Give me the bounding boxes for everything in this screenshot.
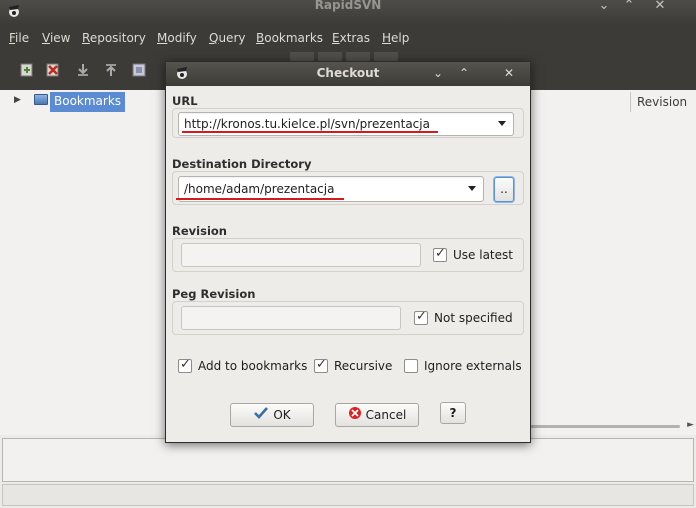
checkmark-icon: ✓: [180, 357, 191, 372]
scrollbar-track[interactable]: [530, 425, 680, 428]
menu-query[interactable]: Query: [209, 31, 245, 45]
add-icon[interactable]: [18, 61, 36, 79]
browse-button[interactable]: ..: [494, 177, 514, 202]
menu-help[interactable]: Help: [382, 31, 409, 45]
column-header-revision[interactable]: Revision: [630, 92, 693, 112]
menu-view[interactable]: View: [42, 31, 70, 45]
dialog-close-icon[interactable]: ✕: [499, 65, 519, 81]
cancel-icon: [348, 405, 362, 427]
dialog-titlebar: Checkout ⌄ ⌃ ✕: [166, 62, 530, 86]
checkmark-icon: ✓: [435, 246, 446, 261]
peg-revision-label: Peg Revision: [172, 287, 256, 301]
use-latest-box[interactable]: ✓: [433, 246, 447, 262]
menu-bookmarks[interactable]: Bookmarks: [256, 31, 323, 45]
checkout-dialog: Checkout ⌄ ⌃ ✕ URL http://kronos.tu.kiel…: [165, 61, 531, 443]
cancel-button[interactable]: Cancel: [335, 403, 419, 427]
expand-arrow-icon[interactable]: ▶: [14, 95, 21, 105]
menu-file[interactable]: File: [9, 31, 29, 45]
minimize-icon[interactable]: ⌄: [595, 0, 613, 13]
horizontal-scrollbar[interactable]: ►: [530, 420, 696, 432]
main-titlebar: RapidSVN ⌄ ⌃ ✕: [0, 0, 696, 26]
use-latest-label: Use latest: [453, 248, 513, 262]
status-bar: [2, 484, 694, 506]
tree-item-bookmarks[interactable]: Bookmarks: [50, 92, 126, 112]
ok-label: OK: [273, 408, 291, 422]
not-specified-label: Not specified: [434, 311, 513, 325]
chevron-down-icon[interactable]: [498, 121, 506, 126]
destination-highlight-underline: [176, 198, 344, 200]
checkmark-icon: ✓: [416, 309, 427, 324]
peg-revision-input[interactable]: [181, 306, 401, 330]
menu-modify[interactable]: Modify: [157, 31, 197, 45]
close-icon[interactable]: ✕: [651, 0, 669, 13]
recursive-box[interactable]: ✓: [314, 357, 328, 373]
dialog-minimize-icon[interactable]: ⌄: [428, 65, 448, 81]
menu-extras[interactable]: Extras: [332, 31, 370, 45]
delete-icon[interactable]: [44, 61, 62, 79]
help-button[interactable]: ?: [440, 402, 466, 424]
checkmark-icon: ✓: [316, 357, 327, 372]
not-specified-box[interactable]: ✓: [414, 309, 428, 325]
url-highlight-underline: [182, 131, 438, 133]
revision-input[interactable]: [181, 243, 421, 267]
add-to-bookmarks-box[interactable]: ✓: [178, 357, 192, 373]
destination-directory-label: Destination Directory: [172, 157, 312, 171]
chevron-down-icon[interactable]: [468, 186, 476, 191]
update-icon[interactable]: [74, 61, 92, 79]
bookmarks-computer-icon: [34, 94, 48, 105]
destination-value: /home/adam/prezentacja: [184, 182, 335, 196]
dialog-maximize-icon[interactable]: ⌃: [454, 65, 474, 81]
window-title: RapidSVN: [314, 0, 382, 12]
refresh-icon[interactable]: [130, 61, 148, 79]
menubar: File View Repository Modify Query Bookma…: [0, 26, 696, 52]
commit-icon[interactable]: [102, 61, 120, 79]
recursive-label: Recursive: [334, 359, 393, 373]
revision-label: Revision: [172, 224, 227, 238]
url-value: http://kronos.tu.kielce.pl/svn/prezentac…: [184, 117, 430, 131]
menu-repository[interactable]: Repository: [82, 31, 146, 45]
checkmark-icon: [253, 405, 269, 427]
cancel-label: Cancel: [365, 408, 407, 422]
url-label: URL: [172, 94, 198, 108]
ignore-externals-box[interactable]: [404, 359, 418, 373]
ignore-externals-label: Ignore externals: [424, 359, 522, 373]
log-pane: [2, 438, 694, 482]
maximize-icon[interactable]: ⌃: [620, 0, 638, 13]
ok-button[interactable]: OK: [230, 403, 314, 427]
add-to-bookmarks-label: Add to bookmarks: [198, 359, 308, 373]
scroll-right-arrow-icon[interactable]: ►: [687, 420, 694, 430]
dialog-title: Checkout: [316, 66, 380, 80]
